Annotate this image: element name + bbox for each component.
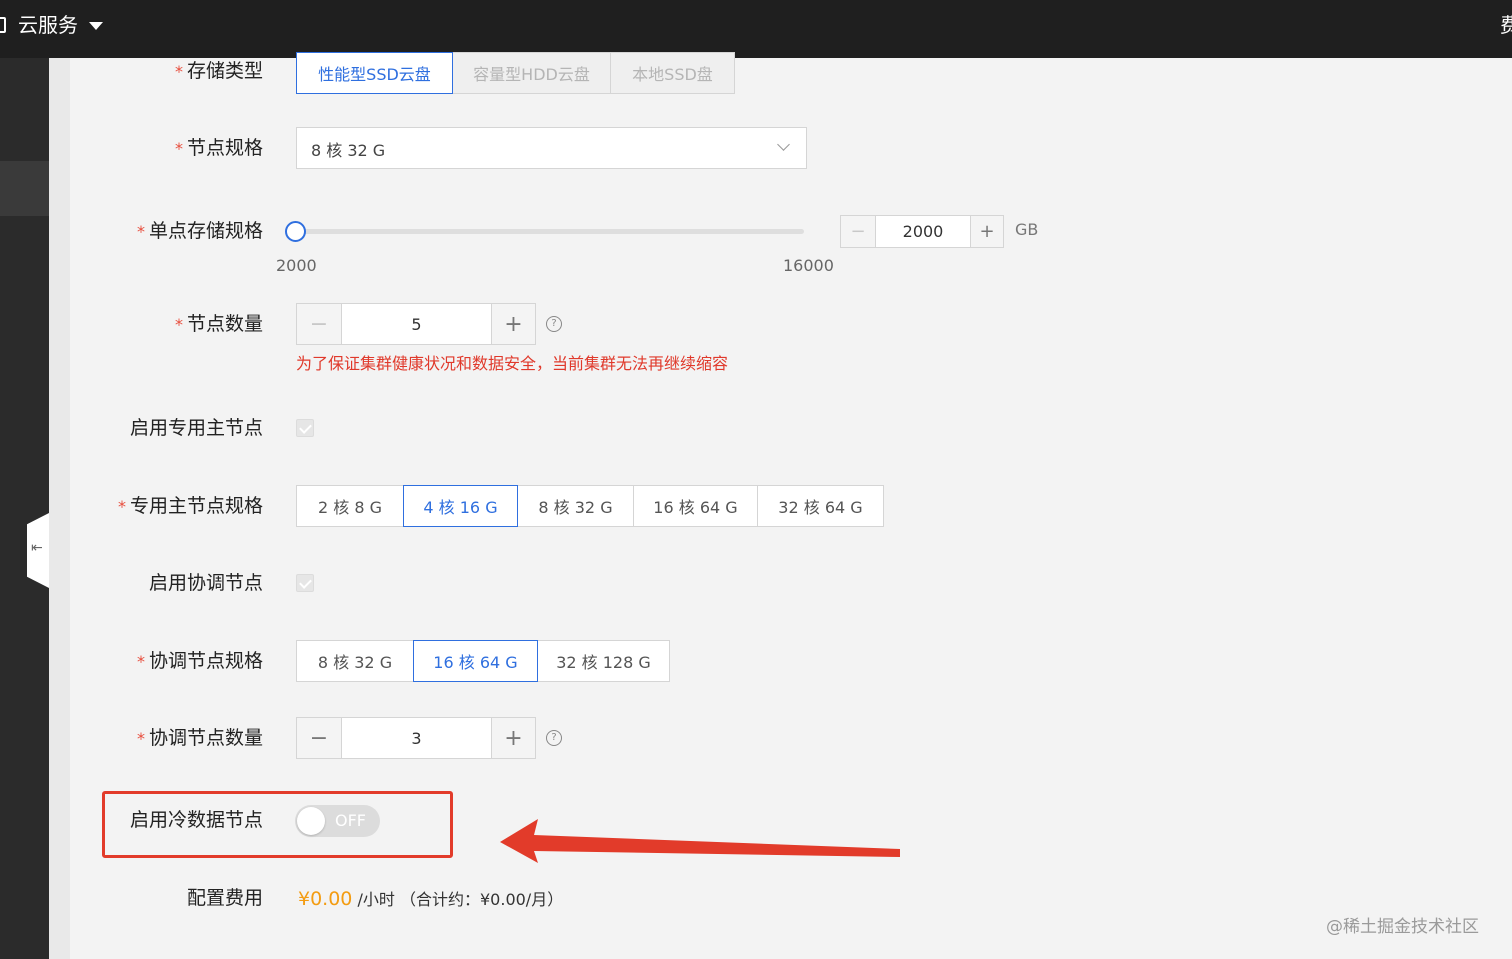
required-mark: * xyxy=(136,652,145,671)
storage-type-label: * 存储类型 xyxy=(174,60,263,82)
storage-slider-track[interactable] xyxy=(296,229,804,234)
coordinator-count-decrement-button[interactable]: − xyxy=(297,718,341,758)
sidebar-collapse-button[interactable]: ⇤ xyxy=(27,513,49,588)
coordinator-count-stepper[interactable]: − 3 + xyxy=(296,717,536,759)
sidebar-item-active[interactable] xyxy=(0,161,49,216)
node-storage-label: * 单点存储规格 xyxy=(136,220,263,242)
master-spec-option[interactable]: 8 核 32 G xyxy=(517,485,634,527)
help-icon[interactable]: ? xyxy=(546,316,562,332)
fee-summary: ¥0.00 /小时 （合计约：¥0.00/月） xyxy=(298,886,563,910)
master-spec-option[interactable]: 2 核 8 G xyxy=(296,485,404,527)
required-mark: * xyxy=(136,222,145,241)
top-bar: 云服务 费 xyxy=(0,0,1512,58)
collapse-icon: ⇤ xyxy=(31,540,43,556)
storage-slider-handle[interactable] xyxy=(285,221,306,242)
fee-amount: ¥0.00 xyxy=(298,888,353,910)
chevron-down-icon[interactable] xyxy=(89,22,103,30)
switch-knob xyxy=(297,807,325,835)
coordinator-count-label: * 协调节点数量 xyxy=(136,727,263,749)
required-mark: * xyxy=(136,729,145,748)
node-spec-select[interactable]: 8 核 32 G xyxy=(296,127,807,169)
required-mark: * xyxy=(174,315,183,334)
coordinator-count-input[interactable]: 3 xyxy=(341,718,492,758)
dedicated-master-checkbox[interactable] xyxy=(296,419,314,437)
scale-in-warning: 为了保证集群健康状况和数据安全，当前集群无法再继续缩容 xyxy=(296,354,729,373)
watermark: @稀土掘金技术社区 xyxy=(1326,917,1479,937)
slider-max-label: 16000 xyxy=(783,256,834,275)
storage-unit: GB xyxy=(1015,220,1039,239)
node-count-increment-button[interactable]: + xyxy=(492,304,535,344)
coordinator-count-increment-button[interactable]: + xyxy=(492,718,535,758)
node-count-stepper[interactable]: − 5 + xyxy=(296,303,536,345)
storage-value-input[interactable]: 2000 xyxy=(875,216,971,247)
storage-option-local-ssd[interactable]: 本地SSD盘 xyxy=(610,52,735,94)
master-spec-option[interactable]: 32 核 64 G xyxy=(757,485,884,527)
switch-state-text: OFF xyxy=(335,811,366,830)
required-mark: * xyxy=(174,62,183,81)
node-count-input[interactable]: 5 xyxy=(341,304,492,344)
content-gutter xyxy=(49,58,70,959)
master-spec-option[interactable]: 16 核 64 G xyxy=(633,485,758,527)
master-spec-option-selected[interactable]: 4 核 16 G xyxy=(403,485,518,527)
storage-option-ssd-cloud[interactable]: 性能型SSD云盘 xyxy=(296,52,453,94)
cloud-service-icon xyxy=(0,17,6,33)
master-spec-selector[interactable]: 2 核 8 G 4 核 16 G 8 核 32 G 16 核 64 G 32 核… xyxy=(296,485,884,527)
coordinator-spec-option[interactable]: 32 核 128 G xyxy=(537,640,670,682)
coordinator-label: 启用协调节点 xyxy=(148,572,263,594)
node-spec-label: * 节点规格 xyxy=(174,137,263,159)
node-spec-value: 8 核 32 G xyxy=(311,141,386,160)
topbar-right-text[interactable]: 费 xyxy=(1500,12,1512,38)
annotation-arrow-icon xyxy=(500,819,900,863)
chevron-down-icon xyxy=(777,138,790,151)
side-nav xyxy=(0,58,49,959)
required-mark: * xyxy=(117,497,126,516)
coordinator-spec-option[interactable]: 8 核 32 G xyxy=(296,640,414,682)
coordinator-spec-label: * 协调节点规格 xyxy=(136,650,263,672)
storage-type-selector[interactable]: 性能型SSD云盘 容量型HDD云盘 本地SSD盘 xyxy=(296,52,735,94)
cold-data-switch[interactable]: OFF xyxy=(295,805,380,837)
dedicated-master-label: 启用专用主节点 xyxy=(129,417,263,439)
required-mark: * xyxy=(174,139,183,158)
coordinator-spec-option-selected[interactable]: 16 核 64 G xyxy=(413,640,538,682)
fee-monthly: （合计约：¥0.00/月） xyxy=(400,890,564,909)
fee-per-hour: /小时 xyxy=(357,890,395,909)
master-spec-label: * 专用主节点规格 xyxy=(117,495,263,517)
help-icon[interactable]: ? xyxy=(546,730,562,746)
product-switcher-title[interactable]: 云服务 xyxy=(18,12,78,38)
storage-stepper[interactable]: − 2000 + xyxy=(840,215,1004,248)
storage-increment-button[interactable]: + xyxy=(971,216,1003,247)
storage-decrement-button[interactable]: − xyxy=(841,216,875,247)
node-count-decrement-button[interactable]: − xyxy=(297,304,341,344)
node-count-label: * 节点数量 xyxy=(174,313,263,335)
slider-min-label: 2000 xyxy=(276,256,317,275)
cold-data-label: 启用冷数据节点 xyxy=(129,809,263,831)
coordinator-spec-selector[interactable]: 8 核 32 G 16 核 64 G 32 核 128 G xyxy=(296,640,670,682)
fee-label: 配置费用 xyxy=(186,887,263,909)
coordinator-checkbox[interactable] xyxy=(296,574,314,592)
storage-option-hdd-cloud[interactable]: 容量型HDD云盘 xyxy=(452,52,611,94)
